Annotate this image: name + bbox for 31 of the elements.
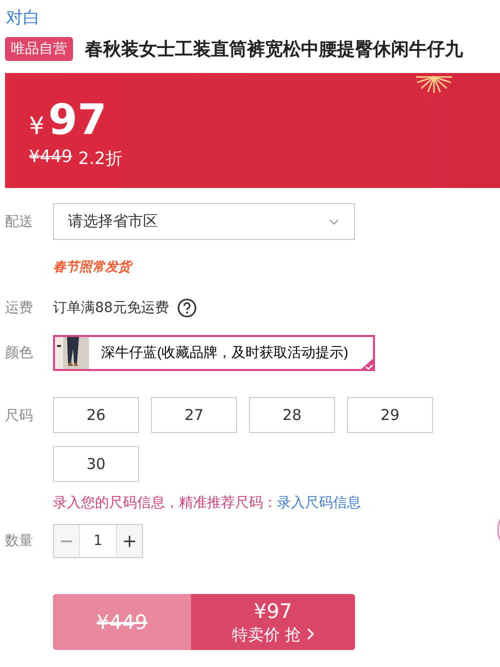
size-hint: 录入您的尺码信息，精准推荐尺码：录入尺码信息 <box>53 494 361 512</box>
color-option[interactable]: 深牛仔蓝(收藏品牌，及时获取活动提示) <box>53 335 375 371</box>
size-option[interactable]: 26 <box>53 397 139 433</box>
chevron-right-icon <box>306 628 314 640</box>
original-price: ¥449 <box>29 147 72 169</box>
quantity-field[interactable]: 1 <box>79 525 117 557</box>
size-option[interactable]: 28 <box>249 397 335 433</box>
delivery-label: 配送 <box>5 212 34 230</box>
product-title: 春秋装女士工装直筒裤宽松中腰提臀休闲牛仔九 <box>85 38 463 61</box>
color-label: 颜色 <box>5 344 34 362</box>
brand-link[interactable]: 对白 <box>6 6 40 29</box>
size-option[interactable]: 30 <box>53 446 139 482</box>
shipping-label: 运费 <box>5 299 34 317</box>
check-icon <box>359 357 375 371</box>
shipping-notice: 春节照常发货 <box>53 259 131 276</box>
discount-text: 2.2折 <box>78 148 122 170</box>
size-option[interactable]: 29 <box>347 397 433 433</box>
quantity-stepper[interactable]: − 1 + <box>53 524 143 558</box>
chevron-down-icon <box>328 218 340 226</box>
region-select[interactable]: 请选择省市区 <box>53 203 355 240</box>
quantity-label: 数量 <box>5 532 34 550</box>
size-option[interactable]: 27 <box>151 397 237 433</box>
help-icon[interactable] <box>176 298 197 318</box>
store-badge: 唯品自营 <box>5 37 73 61</box>
sale-price: 97 <box>48 99 107 141</box>
plus-button[interactable]: + <box>117 525 142 557</box>
buy-button[interactable]: ¥97 特卖价 抢 <box>191 594 355 650</box>
shipping-text: 订单满88元免运费 <box>53 299 169 317</box>
size-info-link[interactable]: 录入尺码信息 <box>277 495 361 511</box>
size-label: 尺码 <box>5 407 34 425</box>
currency-sign: ¥ <box>29 112 44 140</box>
